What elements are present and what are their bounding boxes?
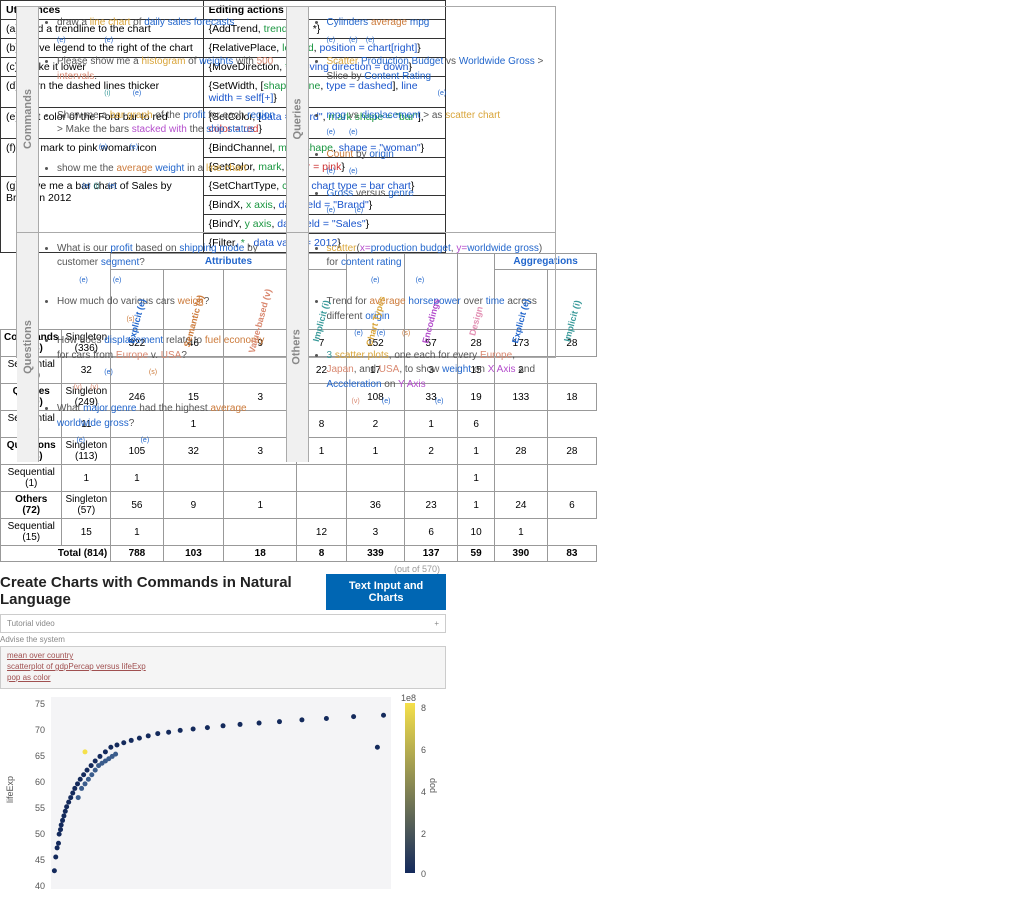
data-point bbox=[53, 855, 58, 860]
svg-text:50: 50 bbox=[35, 829, 45, 839]
commands-tab: Commands bbox=[22, 89, 34, 149]
colorbar bbox=[405, 703, 415, 873]
data-point bbox=[57, 832, 62, 837]
data-point bbox=[68, 795, 73, 800]
data-point bbox=[93, 768, 98, 773]
commands-list: draw a line chart of daily sales forecas… bbox=[39, 7, 286, 232]
history-line-2[interactable]: scatterplot of gdpPercap versus lifeExp bbox=[7, 662, 439, 671]
data-point bbox=[375, 745, 380, 750]
data-point bbox=[113, 752, 118, 757]
data-point bbox=[114, 743, 119, 748]
others-tab: Others bbox=[291, 329, 303, 364]
data-point bbox=[257, 721, 262, 726]
nl-chart-interface: Create Charts with Commands in Natural L… bbox=[0, 574, 446, 906]
data-point bbox=[178, 728, 183, 733]
svg-text:8: 8 bbox=[421, 703, 426, 713]
history-line-1[interactable]: mean over country bbox=[7, 651, 439, 660]
svg-text:2: 2 bbox=[421, 829, 426, 839]
data-point bbox=[89, 763, 94, 768]
svg-text:65: 65 bbox=[35, 751, 45, 761]
data-point bbox=[129, 738, 134, 743]
nl-title: Create Charts with Commands in Natural L… bbox=[0, 574, 326, 608]
plus-icon[interactable]: + bbox=[434, 619, 439, 628]
others-quad: Others scatter(x=production budget, y=wo… bbox=[287, 233, 556, 462]
queries-list: Cylinders average mpg(e) (e) (e) Scatter… bbox=[309, 7, 556, 232]
data-point bbox=[86, 777, 91, 782]
svg-text:40: 40 bbox=[35, 881, 45, 891]
colorbar-exp: 1e8 bbox=[401, 693, 416, 703]
data-point bbox=[191, 727, 196, 732]
y-axis-label: lifeExp bbox=[5, 776, 15, 803]
svg-text:45: 45 bbox=[35, 855, 45, 865]
svg-text:60: 60 bbox=[35, 777, 45, 787]
data-point bbox=[61, 813, 66, 818]
data-point bbox=[63, 809, 68, 814]
data-point bbox=[85, 768, 90, 773]
data-point bbox=[121, 740, 126, 745]
data-point bbox=[83, 781, 88, 786]
data-point bbox=[56, 841, 61, 846]
data-point bbox=[137, 736, 142, 741]
data-point bbox=[93, 759, 98, 764]
questions-tab: Questions bbox=[22, 320, 34, 374]
data-point bbox=[72, 786, 77, 791]
attr-row: Others(72)Singleton (57)569136231246 bbox=[1, 492, 597, 519]
data-point bbox=[166, 730, 171, 735]
data-point bbox=[89, 772, 94, 777]
out-of-label: (out of 570) bbox=[0, 562, 440, 574]
data-point bbox=[79, 786, 84, 791]
data-point bbox=[76, 795, 81, 800]
commands-quad: Commands draw a line chart of daily sale… bbox=[17, 7, 287, 232]
data-point bbox=[205, 725, 210, 730]
data-point bbox=[66, 800, 71, 805]
data-point bbox=[55, 845, 60, 850]
data-point bbox=[70, 791, 75, 796]
attr-row: Total (814)7881031883391375939083 bbox=[1, 546, 597, 562]
svg-text:55: 55 bbox=[35, 803, 45, 813]
data-point bbox=[60, 818, 65, 823]
colorbar-label: pop bbox=[427, 778, 437, 793]
svg-text:70: 70 bbox=[35, 725, 45, 735]
svg-text:75: 75 bbox=[35, 699, 45, 709]
tutorial-bar[interactable]: Tutorial video + bbox=[0, 614, 446, 633]
data-point bbox=[277, 719, 282, 724]
text-input-button[interactable]: Text Input and Charts bbox=[326, 574, 446, 610]
data-point bbox=[58, 827, 63, 832]
data-point bbox=[52, 868, 57, 873]
data-point bbox=[59, 823, 64, 828]
data-point bbox=[97, 754, 102, 759]
data-point bbox=[78, 777, 83, 782]
attr-row: Sequential (15)1511236101 bbox=[1, 519, 597, 546]
questions-quad: Questions What is our profit based on sh… bbox=[17, 233, 287, 462]
data-point bbox=[83, 749, 88, 754]
data-point bbox=[221, 723, 226, 728]
history-line-3[interactable]: pop as color bbox=[7, 673, 439, 682]
data-point bbox=[64, 804, 69, 809]
data-point bbox=[103, 749, 108, 754]
data-point bbox=[108, 745, 113, 750]
data-point bbox=[381, 713, 386, 718]
data-point bbox=[81, 772, 86, 777]
data-point bbox=[299, 717, 304, 722]
attr-row: Sequential (1)111 bbox=[1, 465, 597, 492]
data-point bbox=[351, 714, 356, 719]
data-point bbox=[75, 781, 80, 786]
tutorial-label: Tutorial video bbox=[7, 619, 55, 628]
queries-quad: Queries Cylinders average mpg(e) (e) (e)… bbox=[287, 7, 556, 232]
scatter-chart: lifeExp 75 70 65 60 55 50 45 40 1e8 8 6 4 2 0 po… bbox=[0, 693, 446, 893]
history-box: mean over country scatterplot of gdpPerc… bbox=[0, 646, 446, 689]
svg-text:6: 6 bbox=[421, 745, 426, 755]
others-list: scatter(x=production budget, y=worldwide… bbox=[309, 233, 556, 462]
svg-text:0: 0 bbox=[421, 869, 426, 879]
queries-tab: Queries bbox=[291, 99, 303, 140]
data-point bbox=[324, 716, 329, 721]
data-point bbox=[146, 733, 151, 738]
svg-text:4: 4 bbox=[421, 787, 426, 797]
data-point bbox=[155, 731, 160, 736]
data-point bbox=[238, 722, 243, 727]
